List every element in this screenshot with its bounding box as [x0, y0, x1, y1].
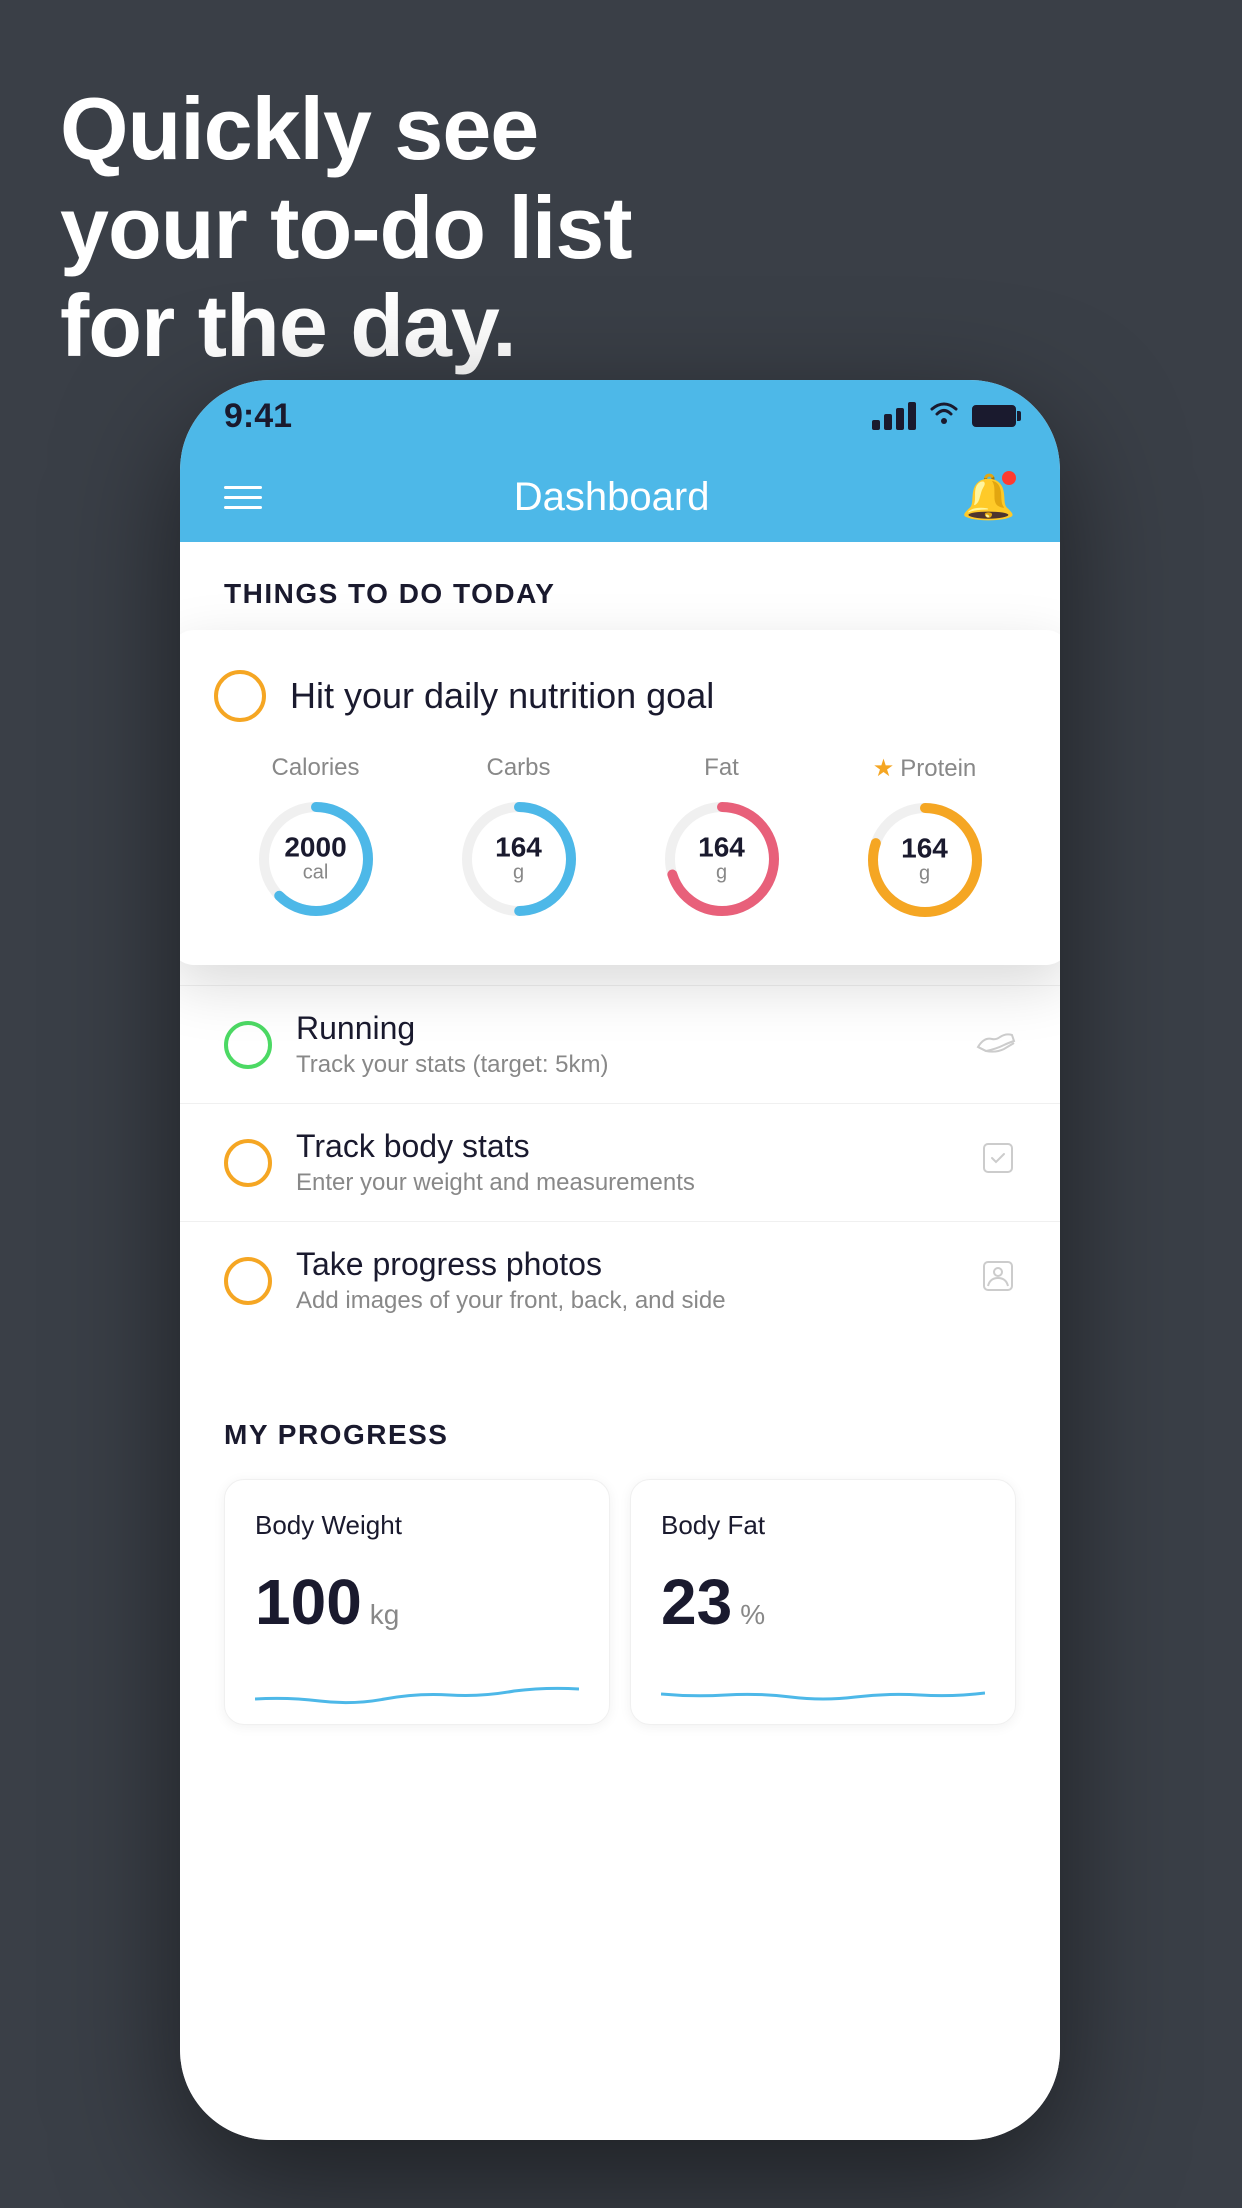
todo-list: Running Track your stats (target: 5km) [180, 985, 1060, 1339]
fat-ring: 164 g [657, 794, 787, 924]
things-to-do-header: THINGS TO DO TODAY [180, 542, 1060, 630]
todo-item-body-stats[interactable]: Track body stats Enter your weight and m… [180, 1103, 1060, 1221]
headline-line2: your to-do list [60, 179, 632, 278]
body-stats-title: Track body stats [296, 1128, 956, 1165]
protein-ring: 164 g [860, 795, 990, 925]
progress-header: MY PROGRESS [224, 1419, 1016, 1451]
scale-icon [980, 1140, 1016, 1185]
carbs-value: 164 [495, 834, 542, 862]
hamburger-menu[interactable] [224, 486, 262, 509]
calories-ring: 2000 cal [251, 794, 381, 924]
running-title: Running [296, 1010, 952, 1047]
protein-label: ★ Protein [873, 754, 977, 783]
person-icon [980, 1258, 1016, 1303]
phone-content: THINGS TO DO TODAY Hit your daily nutrit… [180, 542, 1060, 2140]
carbs-item: Carbs 164 g [454, 754, 584, 924]
protein-unit: g [919, 863, 930, 885]
carbs-unit: g [513, 862, 524, 884]
fat-label: Fat [704, 754, 739, 782]
shoe-icon [976, 1024, 1016, 1066]
wifi-icon [928, 401, 960, 432]
fat-value: 164 [698, 834, 745, 862]
protein-item: ★ Protein 164 g [860, 754, 990, 925]
body-weight-card[interactable]: Body Weight 100 kg [224, 1479, 610, 1725]
nutrition-card-title: Hit your daily nutrition goal [290, 675, 714, 717]
carbs-ring: 164 g [454, 794, 584, 924]
protein-star-icon: ★ [873, 754, 895, 783]
progress-section: MY PROGRESS Body Weight 100 kg [180, 1379, 1060, 1725]
body-stats-subtitle: Enter your weight and measurements [296, 1169, 956, 1197]
notification-dot [1002, 471, 1016, 485]
card-title-row: Hit your daily nutrition goal [214, 670, 1026, 722]
photos-checkbox[interactable] [224, 1257, 272, 1305]
body-fat-unit: % [740, 1599, 765, 1631]
phone-frame: 9:41 Dashboard [180, 380, 1060, 2140]
todo-item-running[interactable]: Running Track your stats (target: 5km) [180, 985, 1060, 1103]
battery-icon [972, 405, 1016, 427]
photos-text: Take progress photos Add images of your … [296, 1246, 956, 1315]
carbs-label: Carbs [486, 754, 550, 782]
status-icons [872, 401, 1016, 432]
body-stats-checkbox[interactable] [224, 1139, 272, 1187]
content-bg: THINGS TO DO TODAY Hit your daily nutrit… [180, 542, 1060, 2140]
protein-value: 164 [901, 835, 948, 863]
nutrition-card: Hit your daily nutrition goal Calories [180, 630, 1060, 965]
photos-title: Take progress photos [296, 1246, 956, 1283]
calories-label: Calories [271, 754, 359, 782]
signal-bars-icon [872, 402, 916, 430]
status-bar: 9:41 [180, 380, 1060, 452]
body-weight-sparkline [255, 1659, 579, 1719]
calories-item: Calories 2000 cal [251, 754, 381, 924]
body-fat-value: 23 [661, 1565, 732, 1639]
headline-line1: Quickly see [60, 80, 632, 179]
body-stats-text: Track body stats Enter your weight and m… [296, 1128, 956, 1197]
nutrition-circles: Calories 2000 cal [214, 754, 1026, 925]
running-checkbox[interactable] [224, 1021, 272, 1069]
headline: Quickly see your to-do list for the day. [60, 80, 632, 376]
photos-subtitle: Add images of your front, back, and side [296, 1287, 956, 1315]
bell-icon[interactable]: 🔔 [961, 471, 1016, 523]
body-weight-value: 100 [255, 1565, 362, 1639]
fat-item: Fat 164 g [657, 754, 787, 924]
nav-bar: Dashboard 🔔 [180, 452, 1060, 542]
calories-value: 2000 [284, 834, 346, 862]
body-fat-sparkline [661, 1659, 985, 1719]
headline-line3: for the day. [60, 277, 632, 376]
running-subtitle: Track your stats (target: 5km) [296, 1051, 952, 1079]
body-weight-title: Body Weight [255, 1510, 579, 1541]
todo-item-photos[interactable]: Take progress photos Add images of your … [180, 1221, 1060, 1339]
fat-unit: g [716, 862, 727, 884]
calories-unit: cal [303, 862, 329, 884]
progress-cards: Body Weight 100 kg Body Fat 23 [224, 1479, 1016, 1725]
status-time: 9:41 [224, 397, 292, 436]
body-fat-card[interactable]: Body Fat 23 % [630, 1479, 1016, 1725]
body-weight-value-row: 100 kg [255, 1565, 579, 1639]
nav-title: Dashboard [514, 475, 710, 520]
body-weight-unit: kg [370, 1599, 400, 1631]
body-fat-title: Body Fat [661, 1510, 985, 1541]
running-text: Running Track your stats (target: 5km) [296, 1010, 952, 1079]
nutrition-checkbox[interactable] [214, 670, 266, 722]
body-fat-value-row: 23 % [661, 1565, 985, 1639]
